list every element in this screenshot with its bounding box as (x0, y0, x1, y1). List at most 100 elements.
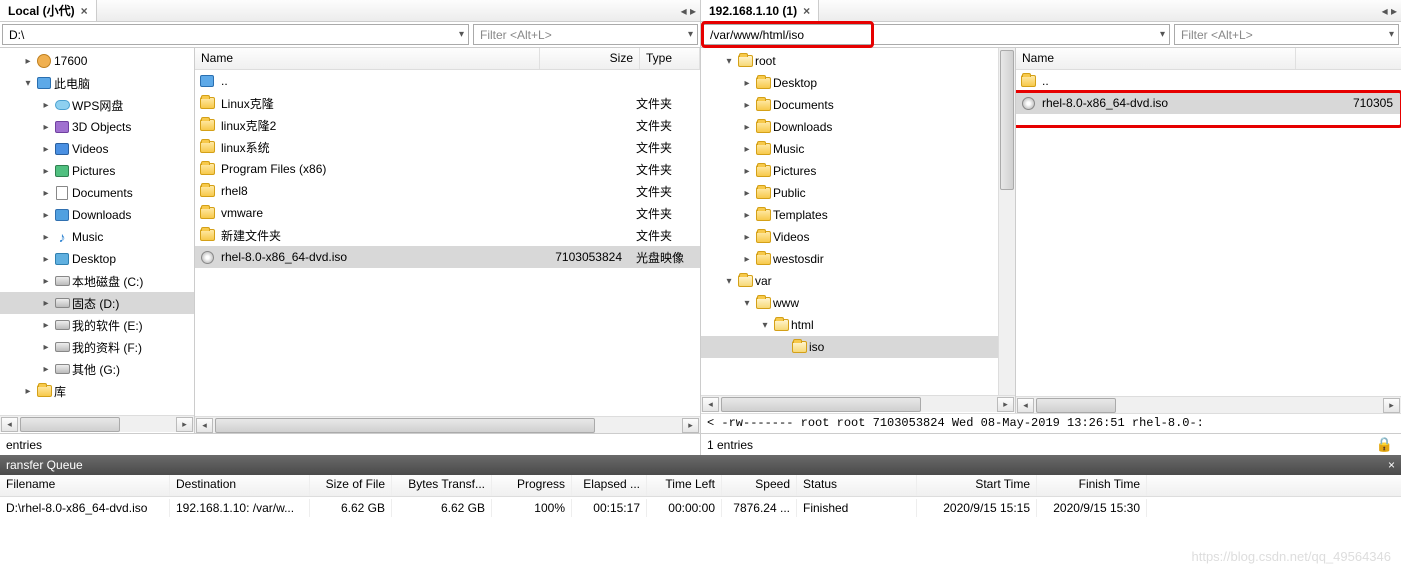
tree-item[interactable]: ▸17600 (0, 50, 194, 72)
tree-item[interactable]: ▾html (701, 314, 1015, 336)
tree-item[interactable]: ▸固态 (D:) (0, 292, 194, 314)
tree-item[interactable]: ▸Templates (701, 204, 1015, 226)
qh-finish[interactable]: Finish Time (1037, 475, 1147, 496)
expand-icon[interactable]: ▸ (40, 144, 52, 155)
qh-elapsed[interactable]: Elapsed ... (572, 475, 647, 496)
scrollbar-v[interactable] (998, 48, 1015, 396)
expand-icon[interactable]: ▸ (741, 232, 753, 243)
expand-icon[interactable]: ▸ (741, 122, 753, 133)
scrollbar[interactable]: ◂ ▸ (0, 415, 194, 432)
tree-item[interactable]: ▸Downloads (701, 116, 1015, 138)
qh-dest[interactable]: Destination (170, 475, 310, 496)
tree-item[interactable]: ▸WPS网盘 (0, 94, 194, 116)
close-icon[interactable]: × (81, 4, 88, 18)
list-item[interactable]: rhel-8.0-x86_64-dvd.iso7103053824光盘映像 (195, 246, 700, 268)
qh-start[interactable]: Start Time (917, 475, 1037, 496)
expand-icon[interactable]: ▸ (40, 364, 52, 375)
scroll-right-icon[interactable]: ▸ (1383, 398, 1400, 413)
list-item[interactable]: linux系统文件夹 (195, 136, 700, 158)
qh-speed[interactable]: Speed (722, 475, 797, 496)
scroll-thumb[interactable] (1000, 50, 1014, 190)
tree-item[interactable]: ▾root (701, 50, 1015, 72)
expand-icon[interactable]: ▸ (40, 122, 52, 133)
scrollbar[interactable]: ◂ ▸ (701, 395, 1015, 412)
expand-icon[interactable]: ▸ (741, 210, 753, 221)
col-type[interactable]: Type (640, 48, 700, 69)
tree-item[interactable]: ▸♪Music (0, 226, 194, 248)
tree-item[interactable]: ▸Public (701, 182, 1015, 204)
expand-icon[interactable]: ▾ (22, 78, 34, 89)
scroll-right-icon[interactable]: ▸ (682, 418, 699, 433)
qh-status[interactable]: Status (797, 475, 917, 496)
path-input[interactable]: D:\ ▾ (2, 24, 469, 45)
scroll-thumb[interactable] (1036, 398, 1116, 413)
tree-item[interactable]: iso (701, 336, 1015, 358)
expand-icon[interactable]: ▾ (741, 298, 753, 309)
expand-icon[interactable]: ▾ (759, 320, 771, 331)
tree-item[interactable]: ▾www (701, 292, 1015, 314)
expand-icon[interactable]: ▸ (741, 166, 753, 177)
col-size[interactable]: Size (540, 48, 640, 69)
qh-timeleft[interactable]: Time Left (647, 475, 722, 496)
expand-icon[interactable]: ▸ (741, 188, 753, 199)
filter-input[interactable]: Filter <Alt+L> ▾ (1174, 24, 1399, 45)
scroll-thumb[interactable] (721, 397, 921, 412)
tab-nav[interactable]: ◂ ▸ (677, 0, 700, 21)
list-item[interactable]: rhel8文件夹 (195, 180, 700, 202)
list-item[interactable]: rhel-8.0-x86_64-dvd.iso710305 (1016, 92, 1401, 114)
expand-icon[interactable]: ▸ (741, 100, 753, 111)
list-item[interactable]: Program Files (x86)文件夹 (195, 158, 700, 180)
expand-icon[interactable]: ▸ (22, 56, 34, 67)
scroll-left-icon[interactable]: ◂ (702, 397, 719, 412)
expand-icon[interactable]: ▸ (741, 78, 753, 89)
list-item[interactable]: 新建文件夹文件夹 (195, 224, 700, 246)
expand-icon[interactable]: ▸ (741, 254, 753, 265)
scroll-right-icon[interactable]: ▸ (176, 417, 193, 432)
list-item[interactable]: Linux克隆文件夹 (195, 92, 700, 114)
qh-size[interactable]: Size of File (310, 475, 392, 496)
expand-icon[interactable]: ▾ (723, 276, 735, 287)
list-item[interactable]: .. (1016, 70, 1401, 92)
qh-bytes[interactable]: Bytes Transf... (392, 475, 492, 496)
tree-item[interactable]: ▸Music (701, 138, 1015, 160)
tree-item[interactable]: ▸本地磁盘 (C:) (0, 270, 194, 292)
expand-icon[interactable]: ▸ (741, 144, 753, 155)
list-item[interactable]: linux克隆2文件夹 (195, 114, 700, 136)
tree-item[interactable]: ▸Pictures (0, 160, 194, 182)
close-icon[interactable]: × (803, 4, 810, 18)
chevron-down-icon[interactable]: ▾ (688, 29, 693, 40)
expand-icon[interactable]: ▸ (22, 386, 34, 397)
scroll-thumb[interactable] (20, 417, 120, 432)
expand-icon[interactable]: ▸ (40, 254, 52, 265)
tree-item[interactable]: ▸我的资料 (F:) (0, 336, 194, 358)
expand-icon[interactable]: ▸ (40, 210, 52, 221)
tree-item[interactable]: ▸我的软件 (E:) (0, 314, 194, 336)
list-item[interactable]: .. (195, 70, 700, 92)
expand-icon[interactable]: ▸ (40, 232, 52, 243)
expand-icon[interactable]: ▸ (40, 276, 52, 287)
tree-item[interactable]: ▸Pictures (701, 160, 1015, 182)
expand-icon[interactable]: ▸ (40, 188, 52, 199)
tab-nav[interactable]: ◂ ▸ (1378, 0, 1401, 21)
tree-item[interactable]: ▸Desktop (0, 248, 194, 270)
tree-item[interactable]: ▸Videos (701, 226, 1015, 248)
queue-row[interactable]: D:\rhel-8.0-x86_64-dvd.iso 192.168.1.10:… (0, 497, 1401, 519)
expand-icon[interactable]: ▸ (40, 342, 52, 353)
tree-item[interactable]: ▾var (701, 270, 1015, 292)
tab-local[interactable]: Local (小代) × (0, 0, 97, 21)
tree-item[interactable]: ▸3D Objects (0, 116, 194, 138)
filter-input[interactable]: Filter <Alt+L> ▾ (473, 24, 698, 45)
qh-progress[interactable]: Progress (492, 475, 572, 496)
tree-item[interactable]: ▸Desktop (701, 72, 1015, 94)
expand-icon[interactable]: ▾ (723, 56, 735, 67)
tree-item[interactable]: ▸Downloads (0, 204, 194, 226)
scroll-left-icon[interactable]: ◂ (1017, 398, 1034, 413)
tree-item[interactable]: ▸Documents (0, 182, 194, 204)
tree-item[interactable]: ▾此电脑 (0, 72, 194, 94)
scrollbar[interactable]: ◂ ▸ (195, 416, 700, 433)
col-name[interactable]: Name (1016, 48, 1296, 69)
chevron-down-icon[interactable]: ▾ (1160, 29, 1165, 40)
tree-item[interactable]: ▸其他 (G:) (0, 358, 194, 380)
scroll-left-icon[interactable]: ◂ (196, 418, 213, 433)
tree-item[interactable]: ▸Documents (701, 94, 1015, 116)
